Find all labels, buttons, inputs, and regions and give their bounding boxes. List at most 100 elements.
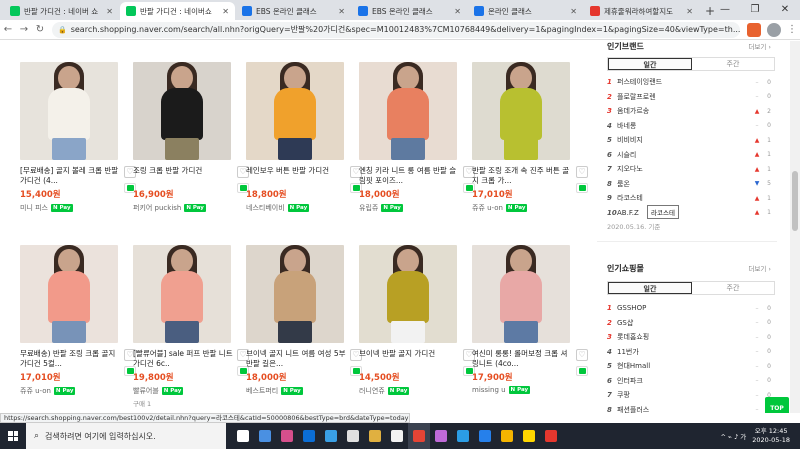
browser-tab[interactable]: 온라인 클래스 ✕ — [468, 2, 583, 20]
seller-name[interactable]: 빨류어블 — [133, 386, 159, 396]
rank-name[interactable]: GSSHOP — [617, 304, 753, 312]
ranking-item[interactable]: 5 비비비지 ▲ 1 — [607, 134, 771, 146]
close-tab-icon[interactable]: ✕ — [106, 7, 113, 16]
tray-icons[interactable]: ^ ⌁ ♪ 가 — [721, 431, 747, 441]
rank-name[interactable]: 비비비지 — [617, 135, 753, 145]
ranking-item[interactable]: 5 현대Hmall – 0 — [607, 360, 771, 372]
product-card[interactable]: ♡ 여신미 롱롱! 롤머보정 크롭 셔링니트 (4co... 17,900원 m… — [472, 245, 588, 394]
rank-name[interactable]: 퍼스테이잉랜드 — [617, 77, 753, 87]
ranking-item[interactable]: 8 패션플러스 – 0 — [607, 404, 771, 414]
browser-tab[interactable]: 반팔 가디건 : 네이버 쇼 ✕ — [4, 2, 119, 20]
page-scrollbar[interactable] — [790, 41, 800, 413]
rank-name[interactable]: 지오다노 — [617, 164, 753, 174]
rank-name[interactable]: 플로랄프로렌 — [617, 92, 753, 102]
close-window-button[interactable]: ✕ — [770, 0, 800, 20]
taskbar-app-icon[interactable] — [430, 423, 452, 449]
clock[interactable]: 오후 12:45 2020-05-18 — [752, 427, 790, 445]
product-card[interactable]: ♡ 레인보우 버튼 반팔 가디건 18,800원 네스티베이비 N Pay — [246, 62, 362, 213]
ranking-item[interactable]: 7 쿠팡 – 0 — [607, 389, 771, 401]
product-image[interactable] — [133, 62, 231, 160]
scrollbar-thumb[interactable] — [792, 171, 798, 231]
close-tab-icon[interactable]: ✕ — [570, 7, 577, 16]
profile-icon[interactable] — [767, 22, 781, 37]
wishlist-heart-icon[interactable]: ♡ — [576, 166, 588, 178]
rank-name[interactable]: 패션플러스 — [617, 405, 753, 414]
product-image[interactable] — [133, 245, 231, 343]
product-image[interactable] — [472, 62, 570, 160]
product-card[interactable]: ♡ 조링 크롭 반팔 가디건 16,900원 퍼키어 puckish N Pay — [133, 62, 249, 213]
rank-name[interactable]: 롯데홈쇼핑 — [617, 332, 753, 342]
tab-weekly[interactable]: 주간 — [692, 282, 774, 294]
product-image[interactable] — [359, 62, 457, 160]
taskbar-app-icon[interactable] — [364, 423, 386, 449]
product-image[interactable] — [20, 62, 118, 160]
extension-icon[interactable] — [747, 22, 761, 37]
ranking-item[interactable]: 4 바네롱 – 0 — [607, 120, 771, 132]
rank-name[interactable]: 현대Hmall — [617, 361, 753, 371]
ranking-item[interactable]: 4 11번가 – 0 — [607, 346, 771, 358]
ranking-item[interactable]: 3 롯데홈쇼핑 – 0 — [607, 331, 771, 343]
ranking-item[interactable]: 1 퍼스테이잉랜드 – 0 — [607, 76, 771, 88]
close-tab-icon[interactable]: ✕ — [222, 7, 229, 16]
tab-daily[interactable]: 일간 — [608, 282, 692, 294]
ranking-item[interactable]: 2 GS샵 – 0 — [607, 317, 771, 329]
forward-icon[interactable]: → — [16, 24, 32, 35]
seller-name[interactable]: 쥬쥬 u-on — [472, 203, 503, 213]
menu-icon[interactable]: ⋮ — [784, 24, 800, 35]
product-card[interactable]: ♡ 브이넥 골지 니트 여름 여성 5부 반팔 길은... 18,000원 베스… — [246, 245, 362, 396]
seller-name[interactable]: missing u — [472, 386, 506, 394]
ranking-item[interactable]: 2 플로랄프로렌 – 0 — [607, 91, 771, 103]
taskbar-app-icon[interactable] — [452, 423, 474, 449]
product-title[interactable]: 반팔 조링 조개 속 진주 버튼 골지 크롭 가... — [472, 166, 572, 186]
close-tab-icon[interactable]: ✕ — [338, 7, 345, 16]
close-tab-icon[interactable]: ✕ — [686, 7, 693, 16]
taskbar-app-icon[interactable] — [342, 423, 364, 449]
maximize-button[interactable]: ❐ — [740, 0, 770, 20]
rank-name[interactable]: 라코스테 — [617, 193, 753, 203]
product-card[interactable]: ♡ 엔칭 키라 니트 롱 여름 반팔 슬림핏 포이즈... 18,000원 유립… — [359, 62, 475, 213]
ranking-item[interactable]: 1 GSSHOP – 0 — [607, 302, 771, 314]
product-title[interactable]: 여신미 롱롱! 롤머보정 크롭 셔링니트 (4co... — [472, 349, 572, 369]
reload-icon[interactable]: ↻ — [32, 24, 48, 35]
ranking-item[interactable]: 3 옴데가르송 ▲ 2 — [607, 105, 771, 117]
taskbar-app-icon[interactable] — [386, 423, 408, 449]
seller-name[interactable]: 네스티베이비 — [246, 203, 285, 213]
brand-more-link[interactable]: 더보기 › — [748, 41, 771, 51]
product-title[interactable]: 무료배송) 반팔 조링 크롭 골지 가디건 5컬... — [20, 349, 120, 369]
taskbar-app-icon[interactable] — [408, 423, 430, 449]
taskbar-app-icon[interactable] — [320, 423, 342, 449]
product-title[interactable]: 브이넥 반팔 골지 가디건 — [359, 349, 459, 369]
close-tab-icon[interactable]: ✕ — [454, 7, 461, 16]
taskbar-app-icon[interactable] — [276, 423, 298, 449]
browser-tab[interactable]: 반팔 가디건 : 네이버쇼 ✕ — [120, 2, 235, 20]
browser-tab[interactable]: 제휴줄워라하여할지도 ✕ — [584, 2, 699, 20]
rank-name[interactable]: GS샵 — [617, 318, 753, 328]
product-image[interactable] — [20, 245, 118, 343]
product-card[interactable]: ♡ 반팔 조링 조개 속 진주 버튼 골지 크롭 가... 17,010원 쥬쥬… — [472, 62, 588, 213]
browser-tab[interactable]: EBS 온라인 클래스 ✕ — [352, 2, 467, 20]
ranking-item[interactable]: 10 AB.F.Z ▲ 1 — [607, 207, 771, 219]
seller-name[interactable]: 유립쥬 — [359, 203, 378, 213]
minimize-button[interactable]: — — [710, 0, 740, 20]
taskbar-app-icon[interactable] — [298, 423, 320, 449]
ranking-item[interactable]: 9 라코스테 ▲ 1 — [607, 192, 771, 204]
talktalk-icon[interactable] — [576, 366, 588, 376]
rank-name[interactable]: 시슬리 — [617, 150, 753, 160]
seller-name[interactable]: 퍼키어 puckish — [133, 203, 181, 213]
product-title[interactable]: [빨류어블] sale 퍼프 반팔 니트 가디건 6c.. — [133, 349, 233, 369]
rank-name[interactable]: 룸온 — [617, 179, 753, 189]
product-card[interactable]: ♡ 무료배송) 반팔 조링 크롭 골지 가디건 5컬... 17,010원 쥬쥬… — [20, 245, 136, 396]
taskbar-app-icon[interactable] — [496, 423, 518, 449]
product-title[interactable]: 엔칭 키라 니트 롱 여름 반팔 슬림핏 포이즈... — [359, 166, 459, 186]
product-title[interactable]: [무료배송] 골지 볼레 크롭 반팔 가디건 (4... — [20, 166, 120, 186]
wishlist-heart-icon[interactable]: ♡ — [576, 349, 588, 361]
ranking-item[interactable]: 8 룸온 ▼ 5 — [607, 178, 771, 190]
tab-daily[interactable]: 일간 — [608, 58, 692, 70]
top-button[interactable]: TOP — [765, 397, 789, 413]
product-title[interactable]: 조링 크롭 반팔 가디건 — [133, 166, 233, 186]
taskbar-app-icon[interactable] — [254, 423, 276, 449]
product-image[interactable] — [359, 245, 457, 343]
seller-name[interactable]: 러니연쥬 — [359, 386, 385, 396]
mall-more-link[interactable]: 더보기 › — [748, 263, 771, 273]
rank-name[interactable]: 옴데가르송 — [617, 106, 753, 116]
